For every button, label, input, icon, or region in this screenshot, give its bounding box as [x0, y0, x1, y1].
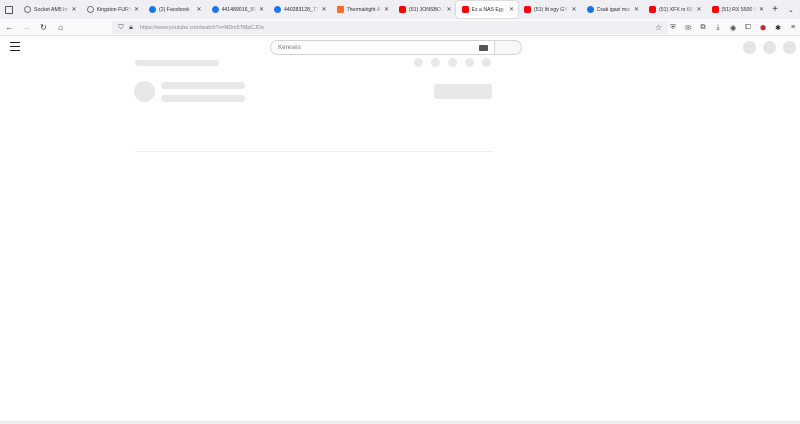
close-tab-icon[interactable]: ✕	[509, 6, 514, 13]
browser-tab[interactable]: 441489016_99570✕	[206, 1, 269, 18]
close-tab-icon[interactable]: ✕	[446, 6, 451, 13]
title-skeleton	[135, 60, 219, 66]
tab-title: 440283128_77200	[284, 6, 319, 13]
action-skeleton-3	[448, 58, 457, 67]
browser-tab[interactable]: Thermalright AM5✕	[331, 1, 394, 18]
channel-avatar-skeleton	[134, 81, 155, 102]
account-icon[interactable]: ◉	[728, 23, 738, 33]
tab-title: Socket AM5 hivata	[34, 6, 70, 13]
browser-tab[interactable]: (51) XFX rx 6600✕	[643, 1, 706, 18]
downloads-icon[interactable]: ⤓	[713, 23, 723, 33]
tab-title: (51) XFX rx 6600	[659, 6, 694, 13]
browser-tab[interactable]: Kingston FURY Bea✕	[81, 1, 144, 18]
navigation-toolbar: ← → ↻ ⌂ ⛉ 🔒︎ https://www.youtube.com/wat…	[0, 19, 800, 36]
youtube-icon	[399, 6, 406, 13]
mail-icon[interactable]: ✉	[683, 23, 693, 33]
forward-button[interactable]: →	[19, 20, 34, 35]
extensions-icon[interactable]: ⧠	[743, 23, 753, 33]
shield-icon[interactable]: ⛉	[116, 24, 126, 32]
globe-icon	[24, 6, 31, 13]
facebook-icon	[274, 6, 281, 13]
address-bar[interactable]: ⛉ 🔒︎ https://www.youtube.com/watch?v=NDm…	[112, 21, 668, 34]
browser-tab[interactable]: (51) Itt egy GYORS✕	[518, 1, 581, 18]
browser-tab[interactable]: (2) Facebook ✕	[143, 1, 206, 18]
facebook-icon	[211, 6, 219, 13]
screenshot-icon[interactable]: ⧉	[698, 23, 708, 33]
search-box[interactable]	[270, 40, 495, 55]
pocket-icon[interactable]: ⛨	[668, 23, 678, 33]
back-button[interactable]: ←	[2, 20, 17, 35]
youtube-icon	[461, 6, 469, 13]
reload-button[interactable]: ↻	[36, 20, 51, 35]
keyboard-icon[interactable]	[479, 44, 488, 51]
home-icon: ⌂	[58, 22, 63, 32]
reload-icon: ↻	[40, 22, 47, 32]
search-input[interactable]	[278, 44, 479, 51]
close-tab-icon[interactable]: ✕	[321, 6, 326, 13]
browser-tab[interactable]: (51) RX 5500 XT vs✕	[706, 1, 769, 18]
addon-icon[interactable]: ⬢	[758, 23, 768, 33]
notifications-icon-placeholder[interactable]	[763, 41, 776, 54]
close-tab-icon[interactable]: ✕	[759, 6, 764, 13]
tab-title: Thermalright AM5	[346, 6, 382, 13]
home-button[interactable]: ⌂	[53, 20, 68, 35]
toolbar-right: ⛨ ✉ ⧉ ⤓ ◉ ⧠ ⬢ ✱ ≡	[668, 19, 798, 36]
browser-tab[interactable]: 440283128_77200✕	[268, 1, 331, 18]
tab-title: 441489016_99570	[221, 6, 257, 13]
browser-tab[interactable]: Csak igazi mar sz✕	[581, 1, 644, 18]
subscribe-button-skeleton	[434, 84, 492, 99]
guide-menu-icon[interactable]	[10, 42, 20, 51]
youtube-icon	[524, 6, 531, 13]
close-tab-icon[interactable]: ✕	[384, 6, 389, 13]
addon-badge-icon[interactable]: ✱	[773, 23, 783, 33]
youtube-icon	[711, 6, 719, 13]
lock-icon[interactable]: 🔒︎	[126, 24, 136, 32]
tab-title: Csak igazi mar sz	[596, 6, 632, 13]
section-divider	[135, 151, 493, 152]
tab-title: (51) Itt egy GYORS	[534, 6, 569, 13]
action-skeleton-1	[414, 58, 423, 67]
play-icon	[586, 6, 594, 13]
close-tab-icon[interactable]: ✕	[696, 6, 701, 13]
url-text[interactable]: https://www.youtube.com/watch?v=NDm5TMpC…	[140, 25, 264, 31]
close-tab-icon[interactable]: ✕	[571, 6, 576, 13]
tab-title: Kingston FURY Bea	[96, 6, 132, 13]
firefox-view-icon	[5, 5, 13, 14]
browser-tab[interactable]: (51) JONSBO Z20✕	[393, 1, 456, 18]
tab-title: (51) JONSBO Z20	[409, 6, 445, 13]
browser-tab[interactable]: Socket AM5 hivata✕	[18, 1, 81, 18]
action-skeleton-2	[431, 58, 440, 67]
menu-icon[interactable]: ≡	[788, 23, 798, 33]
globe-icon	[86, 6, 94, 13]
tab-strip: Socket AM5 hivata✕Kingston FURY Bea✕(2) …	[0, 0, 800, 19]
search-button[interactable]	[495, 40, 522, 55]
close-tab-icon[interactable]: ✕	[71, 6, 76, 13]
avatar-placeholder[interactable]	[783, 41, 796, 54]
list-all-tabs-button[interactable]: ⌄	[788, 6, 794, 14]
channel-name-skeleton	[161, 82, 245, 89]
close-tab-icon[interactable]: ✕	[259, 6, 264, 13]
firefox-view-button[interactable]	[0, 0, 18, 19]
facebook-icon	[149, 6, 156, 13]
close-tab-icon[interactable]: ✕	[196, 6, 201, 13]
tab-title: (2) Facebook	[159, 6, 190, 13]
bookmark-star-icon[interactable]: ☆	[655, 23, 662, 32]
tab-title: (51) RX 5500 XT vs	[721, 6, 757, 13]
close-tab-icon[interactable]: ✕	[134, 6, 139, 13]
thermalright-icon	[336, 6, 344, 13]
tab-title: Ez a NAS Egy PC	[471, 6, 507, 13]
youtube-icon	[649, 6, 656, 13]
new-tab-button[interactable]: +	[768, 4, 782, 15]
tab-list: Socket AM5 hivata✕Kingston FURY Bea✕(2) …	[18, 0, 768, 19]
close-tab-icon[interactable]: ✕	[634, 6, 639, 13]
action-skeleton-5	[482, 58, 491, 67]
create-icon-placeholder[interactable]	[743, 41, 756, 54]
browser-tab[interactable]: Ez a NAS Egy PC✕	[455, 1, 518, 18]
back-arrow-icon: ←	[5, 22, 14, 32]
subscriber-count-skeleton	[161, 95, 245, 102]
action-skeleton-4	[465, 58, 474, 67]
forward-arrow-icon: →	[22, 22, 31, 32]
